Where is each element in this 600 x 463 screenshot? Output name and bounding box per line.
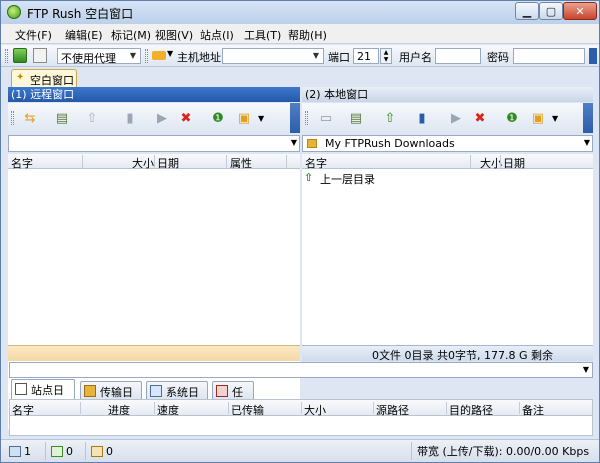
transfer-icon <box>51 445 63 457</box>
site-list-icon[interactable]: ▤ <box>346 109 366 127</box>
connect-plug-icon[interactable] <box>152 51 166 60</box>
refresh-icon[interactable]: ❶ <box>208 109 228 127</box>
window-icon <box>9 445 21 457</box>
local-toolbar: ▭ ▤ ⇧ ▮ ▶ ✖ ❶ ▣ ▼ <box>302 103 593 133</box>
tab-tasks[interactable]: 任务 <box>212 381 254 415</box>
quick-connect-icon[interactable] <box>33 48 47 63</box>
list-item[interactable]: ⇧ 上一层目录 <box>304 171 424 186</box>
menu-tools[interactable]: 工具(T) <box>244 27 281 43</box>
host-input[interactable]: ▼ <box>222 48 324 64</box>
menu-help[interactable]: 帮助(H) <box>288 27 327 43</box>
task-icon <box>216 385 228 397</box>
host-label: 主机地址 <box>177 51 221 64</box>
local-pane: (2) 本地窗口 ▭ ▤ ⇧ ▮ ▶ ✖ ❶ ▣ ▼ My FTPRush Do… <box>302 87 593 362</box>
local-status-bar: 0文件 0目录 共0字节, 177.8 G 剩余 <box>302 345 593 362</box>
log-tab-strip: 站点日志 传输日志 系统日志 任务 <box>9 379 593 415</box>
remote-path-input[interactable]: ▼ <box>8 135 300 152</box>
folder-options-icon[interactable]: ▣ <box>528 109 548 127</box>
status-bar: 1 0 0 带宽 (上传/下载): 0.00/0.00 Kbps <box>1 439 599 462</box>
chevron-down-icon[interactable]: ▼ <box>584 138 590 147</box>
close-button[interactable]: ✕ <box>563 2 597 20</box>
menu-view[interactable]: 视图(V) <box>155 27 193 43</box>
stop-icon[interactable]: ✖ <box>176 109 196 127</box>
local-path-input[interactable]: My FTPRush Downloads ▼ <box>302 135 593 152</box>
bandwidth-status: 带宽 (上传/下载): 0.00/0.00 Kbps <box>417 445 590 458</box>
tab-site-log[interactable]: 站点日志 <box>11 379 75 413</box>
play-icon[interactable]: ▶ <box>152 109 172 127</box>
folder-options-icon[interactable]: ▣ <box>234 109 254 127</box>
toolbar-grip <box>11 111 14 125</box>
remote-column-header: 名字 大小 日期 属性 <box>8 154 300 170</box>
window-title: FTP Rush 空白窗口 <box>27 7 134 21</box>
star-icon: ✦ <box>16 72 25 83</box>
toolbar-grip[interactable] <box>145 49 148 63</box>
site-manager-icon[interactable] <box>13 48 27 63</box>
log-icon <box>15 383 27 395</box>
folder-icon <box>307 139 317 148</box>
remote-pane: (1) 远程窗口 ⇆ ▤ ⇧ ▮ ▶ ✖ ❶ ▣ ▼ ▼ 名字 大小 日期 属性 <box>8 87 300 429</box>
window-count: 1 <box>9 443 31 459</box>
app-window: FTP Rush 空白窗口 ▁ ▢ ✕ 文件(F) 编辑(E) 标记(M) 视图… <box>0 0 600 463</box>
toolbar-grip <box>305 111 308 125</box>
toolbar-overflow-button[interactable] <box>583 103 593 133</box>
tab-system-log[interactable]: 系统日志 <box>146 381 208 415</box>
stop-icon[interactable]: ✖ <box>470 109 490 127</box>
toolbar-overflow-button[interactable] <box>589 48 597 64</box>
refresh-icon[interactable]: ❶ <box>502 109 522 127</box>
parent-folder-icon[interactable]: ⇧ <box>82 109 102 127</box>
transfer-count: 0 <box>51 443 73 459</box>
toolbar-overflow-button[interactable] <box>290 103 300 133</box>
remote-status-bar <box>8 345 300 361</box>
minimize-button[interactable]: ▁ <box>515 2 539 20</box>
transfer-icon <box>84 385 96 397</box>
local-pane-header[interactable]: (2) 本地窗口 <box>302 87 593 102</box>
app-logo-icon <box>7 5 21 19</box>
quick-connect-toolbar: 不使用代理 ▼ ▼ 主机地址 ▼ 端口 21 ▲ ▼ 用户名 密码 <box>1 45 599 67</box>
menu-file[interactable]: 文件(F) <box>15 27 52 43</box>
local-column-header: 名字 大小 日期 <box>302 154 593 170</box>
chevron-down-icon[interactable]: ▼ <box>258 114 264 123</box>
transfer-column-header: 名字 进度 速度 已传输 大小 源路径 目的路径 备注 <box>9 399 593 417</box>
username-label: 用户名 <box>399 51 432 64</box>
transfer-list[interactable] <box>9 416 593 436</box>
toolbar-grip[interactable] <box>5 49 8 63</box>
menu-site[interactable]: 站点(I) <box>200 27 234 43</box>
port-label: 端口 <box>328 51 350 64</box>
site-list-icon[interactable]: ▤ <box>52 109 72 127</box>
bookmark-icon[interactable]: ▮ <box>120 109 140 127</box>
document-tab-strip: ✦ 空白窗口 <box>1 67 599 87</box>
username-input[interactable] <box>435 48 481 64</box>
menu-bar: 文件(F) 编辑(E) 标记(M) 视图(V) 站点(I) 工具(T) 帮助(H… <box>1 24 599 44</box>
system-icon <box>150 385 162 397</box>
chevron-down-icon[interactable]: ▼ <box>167 49 173 58</box>
remote-pane-header[interactable]: (1) 远程窗口 <box>8 87 300 102</box>
queue-count: 0 <box>91 443 113 459</box>
local-file-list[interactable]: ⇧ 上一层目录 <box>302 169 593 345</box>
menu-mark[interactable]: 标记(M) <box>111 27 151 43</box>
port-input[interactable]: 21 <box>353 48 379 64</box>
chevron-down-icon[interactable]: ▼ <box>552 114 558 123</box>
command-input[interactable]: ▼ <box>9 362 593 378</box>
tab-transfer-log[interactable]: 传输日志 <box>80 381 142 415</box>
connect-icon[interactable]: ⇆ <box>20 109 40 127</box>
parent-folder-icon[interactable]: ⇧ <box>380 109 400 127</box>
remote-toolbar: ⇆ ▤ ⇧ ▮ ▶ ✖ ❶ ▣ ▼ <box>8 103 300 133</box>
password-input[interactable] <box>513 48 585 64</box>
up-arrow-icon: ⇧ <box>304 171 314 184</box>
tab-blank-window[interactable]: ✦ 空白窗口 <box>11 69 77 87</box>
title-bar: FTP Rush 空白窗口 ▁ ▢ ✕ <box>1 1 599 24</box>
menu-edit[interactable]: 编辑(E) <box>65 27 103 43</box>
password-label: 密码 <box>487 51 509 64</box>
play-icon[interactable]: ▶ <box>446 109 466 127</box>
queue-icon <box>91 445 103 457</box>
chevron-down-icon[interactable]: ▼ <box>583 365 589 374</box>
maximize-button[interactable]: ▢ <box>539 2 563 20</box>
bookmark-icon[interactable]: ▮ <box>412 109 432 127</box>
proxy-select[interactable]: 不使用代理 ▼ <box>57 48 141 65</box>
drive-icon[interactable]: ▭ <box>316 109 336 127</box>
port-stepper[interactable]: ▲ ▼ <box>380 48 392 64</box>
chevron-down-icon[interactable]: ▼ <box>291 138 297 147</box>
